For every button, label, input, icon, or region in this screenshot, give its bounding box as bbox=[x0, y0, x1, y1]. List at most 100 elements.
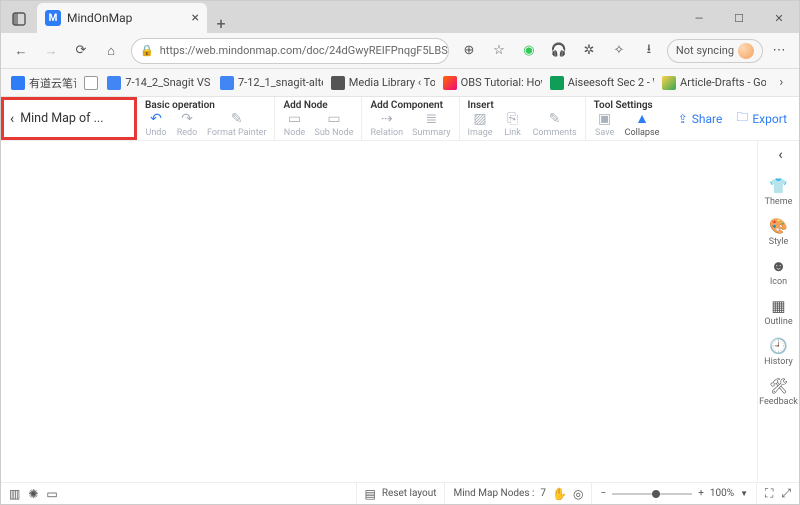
downloads-button[interactable]: ⭳ bbox=[635, 37, 663, 65]
sub-node-button[interactable]: ▭Sub Node bbox=[314, 112, 353, 138]
nav-refresh-button[interactable]: ⟳ bbox=[67, 37, 95, 65]
group-header: Add Component bbox=[370, 100, 450, 111]
browser-tab[interactable]: M MindOnMap × bbox=[37, 3, 207, 33]
bookmark-item[interactable]: 7-12_1_snagit-alter... bbox=[216, 74, 323, 92]
bookmark-item[interactable]: 有道云笔记 bbox=[7, 73, 76, 93]
url-input[interactable]: 🔒 https://web.mindonmap.com/doc/24dGwyRE… bbox=[131, 38, 449, 64]
collections-button[interactable]: ✧ bbox=[605, 37, 633, 65]
zoom-out-button[interactable]: − bbox=[600, 488, 606, 499]
image-icon: ▨ bbox=[473, 112, 486, 127]
address-bar: ← → ⟳ ⌂ 🔒 https://web.mindonmap.com/doc/… bbox=[1, 33, 799, 69]
shirt-icon: 👕 bbox=[769, 177, 788, 195]
profile-sync-button[interactable]: Not syncing bbox=[667, 39, 763, 63]
new-tab-button[interactable]: + bbox=[207, 14, 235, 33]
url-text: https://web.mindonmap.com/doc/24dGwyREIF… bbox=[160, 44, 449, 57]
tab-close-button[interactable]: × bbox=[192, 10, 199, 26]
smiley-icon: ☻ bbox=[771, 257, 787, 275]
clock-icon: 🕘 bbox=[769, 337, 788, 355]
zoom-icon[interactable]: ⊕ bbox=[455, 37, 483, 65]
link-icon: ⎘ bbox=[507, 112, 518, 127]
side-outline[interactable]: ▦Outline bbox=[764, 297, 792, 327]
side-theme[interactable]: 👕Theme bbox=[765, 177, 793, 207]
window-controls: — ☐ ✕ bbox=[679, 3, 799, 33]
group-tool: Tool Settings ▣Save ▲Collapse bbox=[586, 97, 668, 140]
zoom-in-button[interactable]: + bbox=[698, 488, 704, 499]
toolbar-right: ⇪Share 🗀Export bbox=[678, 97, 799, 140]
image-button[interactable]: ▨Image bbox=[468, 112, 493, 138]
bookmarks-overflow-button[interactable]: › bbox=[770, 69, 793, 97]
group-header: Basic operation bbox=[145, 100, 266, 111]
app-toolbar: ‹ Mind Map of ... Basic operation ↶Undo … bbox=[1, 97, 799, 141]
status-icon-2[interactable]: ✺ bbox=[28, 487, 38, 501]
bookmarks-bar: 有道云笔记 7-14_2_Snagit VS S... 7-12_1_snagi… bbox=[1, 69, 799, 97]
bookmark-icon bbox=[331, 76, 345, 90]
folder-icon: 🗀 bbox=[736, 108, 748, 129]
ext1-icon[interactable]: ◉ bbox=[515, 37, 543, 65]
bookmark-icon bbox=[11, 76, 25, 90]
save-button[interactable]: ▣Save bbox=[594, 112, 616, 138]
bookmark-item[interactable]: 7-14_2_Snagit VS S... bbox=[103, 74, 212, 92]
collapse-icon: ▲ bbox=[635, 112, 649, 127]
nodes-count: Mind Map Nodes : 7 ✋ ◎ bbox=[444, 483, 583, 504]
comments-button[interactable]: ✎Comments bbox=[533, 112, 577, 138]
undo-button[interactable]: ↶Undo bbox=[145, 112, 167, 138]
redo-icon: ↷ bbox=[181, 112, 193, 127]
side-feedback[interactable]: 🛠Feedback bbox=[759, 377, 798, 407]
browser-titlebar: M MindOnMap × + — ☐ ✕ bbox=[1, 1, 799, 33]
doc-title-region[interactable]: ‹ Mind Map of ... bbox=[1, 97, 137, 140]
nav-forward-button[interactable]: → bbox=[37, 37, 65, 65]
work-area: ‹‹ 👕Theme 🎨Style ☻Icon ▦Outline 🕘History… bbox=[1, 141, 799, 482]
back-icon[interactable]: ‹ bbox=[10, 111, 14, 127]
status-icon-3[interactable]: ▭ bbox=[46, 487, 57, 501]
more-button[interactable]: ⋯ bbox=[765, 37, 793, 65]
extensions-button[interactable]: ✲ bbox=[575, 37, 603, 65]
bookmark-item[interactable]: OBS Tutorial: How... bbox=[439, 74, 542, 92]
group-basic: Basic operation ↶Undo ↷Redo ✎Format Pain… bbox=[137, 97, 275, 140]
zoom-dropdown-icon[interactable]: ▼ bbox=[740, 489, 748, 498]
minimize-button[interactable]: — bbox=[679, 3, 719, 33]
bookmark-icon bbox=[220, 76, 234, 90]
node-button[interactable]: ▭Node bbox=[283, 112, 305, 138]
target-icon[interactable]: ◎ bbox=[573, 487, 583, 501]
zoom-slider[interactable] bbox=[612, 493, 692, 495]
comment-icon: ✎ bbox=[549, 112, 561, 127]
group-add-node: Add Node ▭Node ▭Sub Node bbox=[275, 97, 362, 140]
group-insert: Insert ▨Image ⎘Link ✎Comments bbox=[460, 97, 586, 140]
bookmark-item[interactable]: Article-Drafts - Goo... bbox=[658, 74, 766, 92]
relation-icon: ⇢ bbox=[381, 112, 393, 127]
status-icon-1[interactable]: ▥ bbox=[9, 487, 20, 501]
side-history[interactable]: 🕘History bbox=[764, 337, 793, 367]
avatar-icon bbox=[738, 43, 754, 59]
close-window-button[interactable]: ✕ bbox=[759, 3, 799, 33]
redo-button[interactable]: ↷Redo bbox=[176, 112, 198, 138]
ext2-icon[interactable]: 🎧 bbox=[545, 37, 573, 65]
fit-icon[interactable]: ⛶ bbox=[765, 486, 773, 501]
tab-title: MindOnMap bbox=[67, 11, 186, 25]
zoom-control[interactable]: − + 100% ▼ bbox=[591, 483, 748, 504]
canvas[interactable] bbox=[1, 141, 757, 482]
hand-icon[interactable]: ✋ bbox=[552, 487, 567, 501]
bookmark-item[interactable]: Aiseesoft Sec 2 - W... bbox=[546, 74, 654, 92]
nav-home-button[interactable]: ⌂ bbox=[97, 37, 125, 65]
share-button[interactable]: ⇪Share bbox=[678, 112, 723, 126]
side-style[interactable]: 🎨Style bbox=[769, 217, 789, 247]
side-panel: ‹‹ 👕Theme 🎨Style ☻Icon ▦Outline 🕘History… bbox=[757, 141, 799, 482]
link-button[interactable]: ⎘Link bbox=[502, 112, 524, 138]
nav-back-button[interactable]: ← bbox=[7, 37, 35, 65]
bookmark-item[interactable] bbox=[80, 74, 100, 92]
side-icon[interactable]: ☻Icon bbox=[770, 257, 787, 287]
collapse-button[interactable]: ▲Collapse bbox=[625, 112, 660, 138]
save-icon: ▣ bbox=[598, 112, 611, 127]
outline-icon: ▦ bbox=[771, 297, 785, 315]
doc-title: Mind Map of ... bbox=[20, 111, 103, 126]
bookmark-item[interactable]: Media Library ‹ Top... bbox=[327, 74, 435, 92]
format-painter-button[interactable]: ✎Format Painter bbox=[207, 112, 266, 138]
tab-overview-button[interactable] bbox=[5, 5, 33, 33]
favorite-button[interactable]: ☆ bbox=[485, 37, 513, 65]
export-button[interactable]: 🗀Export bbox=[736, 108, 787, 129]
reset-layout-button[interactable]: ▤ Reset layout bbox=[356, 483, 437, 504]
relation-button[interactable]: ⇢Relation bbox=[370, 112, 403, 138]
maximize-button[interactable]: ☐ bbox=[719, 3, 759, 33]
summary-button[interactable]: ≣Summary bbox=[412, 112, 450, 138]
fullscreen-icon[interactable]: ⤢ bbox=[781, 486, 791, 501]
